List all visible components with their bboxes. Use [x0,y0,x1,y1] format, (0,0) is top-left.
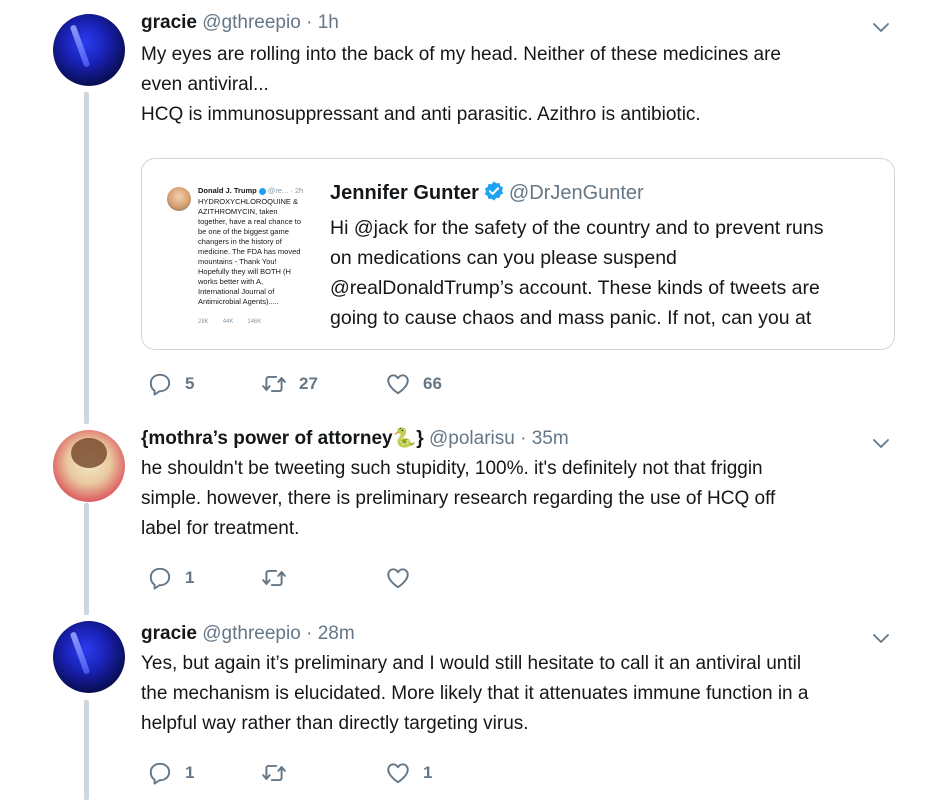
reply-button[interactable]: 5 [147,369,194,399]
screenshot-like-count: 146K [247,319,262,325]
like-button[interactable]: 66 [385,369,442,399]
screenshot-line: International Journal of [198,287,275,296]
screenshot-line: changers in the history of [198,237,282,246]
avatar[interactable] [53,14,125,86]
timestamp[interactable]: 28m [318,623,355,644]
separator-dot: · [520,428,527,449]
screenshot-line: Hopefully they will BOTH (H [198,267,291,276]
screenshot-line: HYDROXYCHLOROQUINE & [198,197,299,206]
like-icon [387,763,409,784]
display-name-end: } [416,428,424,449]
quoted-text-line: Hi @jack for the safety of the country a… [330,217,824,239]
chevron-down-icon[interactable] [871,628,891,648]
reply-icon [149,373,171,396]
tweet-text-line: even antiviral... [141,74,269,95]
reply-icon [149,567,171,590]
tweet-text-line: My eyes are rolling into the back of my … [141,44,781,65]
retweet-button[interactable] [261,563,299,593]
tweet-text-line: simple. however, there is preliminary re… [141,488,776,509]
snake-emoji: 🐍 [392,428,417,449]
separator-dot: · [306,12,313,33]
screenshot-handle: @re... [267,186,289,195]
quoted-text-line: @realDonaldTrump’s account. These kinds … [330,277,820,299]
tweet-header: gracie @gthreepio · 1h [141,11,339,35]
tweet-text-line: the mechanism is elucidated. More likely… [141,683,809,704]
tweet-text-line: label for treatment. [141,518,300,539]
reply-button[interactable]: 1 [147,563,194,593]
verified-badge-icon [484,181,503,201]
screenshot-name: Donald J. Trump [198,186,257,195]
like-icon [387,568,409,589]
quoted-tweet-text: Hi @jack for the safety of the country a… [330,213,878,333]
screenshot-avatar [167,187,191,211]
display-name[interactable]: {mothra’s power of attorney [141,428,393,449]
like-button[interactable]: 1 [385,758,432,788]
screenshot-line: Antimicrobial Agents)..... [198,297,279,306]
screenshot-verified-icon [258,187,266,195]
quoted-display-name[interactable]: Jennifer Gunter [330,182,479,204]
avatar[interactable] [53,430,125,502]
tweet-text: Yes, but again it’s preliminary and I wo… [141,649,901,739]
timestamp[interactable]: 1h [318,12,339,33]
retweet-icon [262,569,286,587]
tweet-header: gracie @gthreepio · 28m [141,622,355,646]
retweet-count: 27 [299,374,318,393]
reply-count: 1 [185,763,195,782]
user-handle[interactable]: @gthreepio [202,12,301,33]
quoted-tweet-header: Jennifer Gunter @DrJenGunter [330,180,644,206]
tweet-1[interactable]: gracie @gthreepio · 1h My eyes are rolli… [0,0,927,420]
user-handle[interactable]: @gthreepio [202,623,301,644]
display-name[interactable]: gracie [141,12,197,33]
reply-count: 5 [185,374,195,393]
retweet-icon [262,375,286,393]
tweet-2[interactable]: {mothra’s power of attorney🐍} @polarisu … [0,420,927,615]
tweet-text-line: helpful way rather than directly targeti… [141,713,529,734]
retweet-button[interactable] [261,758,299,788]
tweet-text-line: Yes, but again it’s preliminary and I wo… [141,653,802,674]
screenshot-time: · 2h [290,186,304,195]
screenshot-actions: 28K 44K 146K [198,317,322,327]
tweet-text-line: he shouldn't be tweeting such stupidity,… [141,458,763,479]
reply-icon [149,762,171,785]
like-count: 66 [423,374,442,393]
quoted-tweet-screenshot[interactable]: Donald J. Trump @re... · 2h HYDROXYCHLORO… [162,179,322,334]
quoted-text-line: on medications can you please suspend [330,247,677,269]
retweet-icon [262,764,286,782]
screenshot-text: HYDROXYCHLOROQUINE & AZITHROMYCIN, taken… [198,197,322,307]
tweet-header: {mothra’s power of attorney🐍} @polarisu … [141,427,569,451]
like-icon [387,374,409,395]
like-count: 1 [423,763,433,782]
screenshot-line: works better with A, [198,277,264,286]
quoted-text-line: going to cause chaos and mass panic. If … [330,307,812,329]
screenshot-line: medicine. The FDA has moved [198,247,301,256]
tweet-3[interactable]: gracie @gthreepio · 28m Yes, but again i… [0,615,927,800]
reply-count: 1 [185,568,195,587]
screenshot-line: together, have a real chance to [198,217,301,226]
timestamp[interactable]: 35m [532,428,569,449]
quoted-tweet[interactable]: Donald J. Trump @re... · 2h HYDROXYCHLORO… [141,158,895,350]
tweet-text-line: HCQ is immunosuppressant and anti parasi… [141,104,701,125]
chevron-down-icon[interactable] [871,17,891,37]
screenshot-line: AZITHROMYCIN, taken [198,207,278,216]
display-name[interactable]: gracie [141,623,197,644]
screenshot-header: Donald J. Trump @re... · 2h [198,186,322,196]
tweet-text: he shouldn't be tweeting such stupidity,… [141,454,901,544]
quoted-user-handle[interactable]: @DrJenGunter [509,182,644,204]
screenshot-line: mountains - Thank You! [198,257,277,266]
chevron-down-icon[interactable] [871,433,891,453]
like-button[interactable] [385,563,423,593]
separator-dot: · [306,623,313,644]
screenshot-line: be one of the biggest game [198,227,289,236]
screenshot-retweet-count: 44K [222,319,234,325]
reply-button[interactable]: 1 [147,758,194,788]
retweet-button[interactable]: 27 [261,369,318,399]
user-handle[interactable]: @polarisu [429,428,515,449]
avatar[interactable] [53,621,125,693]
tweet-text: My eyes are rolling into the back of my … [141,40,901,130]
screenshot-reply-count: 28K [198,319,209,325]
